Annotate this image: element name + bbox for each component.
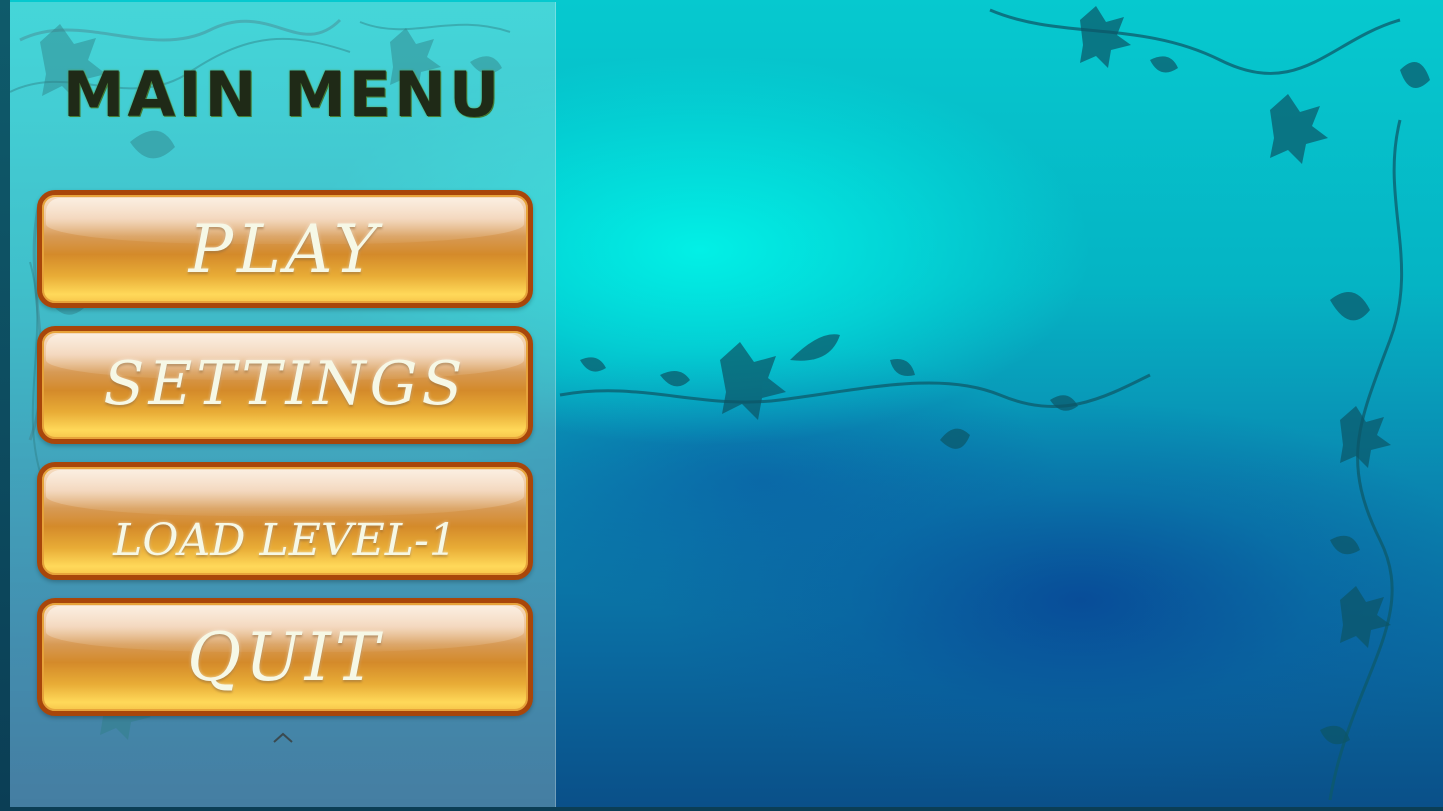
play-button[interactable]: PLAY	[37, 190, 533, 308]
quit-button-label: QUIT	[187, 619, 383, 696]
play-button-label: PLAY	[188, 211, 382, 288]
chevron-up-icon[interactable]	[270, 728, 296, 746]
settings-button-label: SETTINGS	[103, 349, 467, 419]
load-level-button[interactable]: LOAD LEVEL-1	[37, 462, 533, 580]
load-level-button-label: LOAD LEVEL-1	[113, 515, 457, 566]
settings-button[interactable]: SETTINGS	[37, 326, 533, 444]
quit-button[interactable]: QUIT	[37, 598, 533, 716]
window-bottom-edge	[0, 807, 1443, 811]
game-screen: MAIN MENU PLAY SETTINGS LOAD LEVEL-1 QUI…	[0, 0, 1443, 811]
menu-title: MAIN MENU	[62, 58, 503, 131]
